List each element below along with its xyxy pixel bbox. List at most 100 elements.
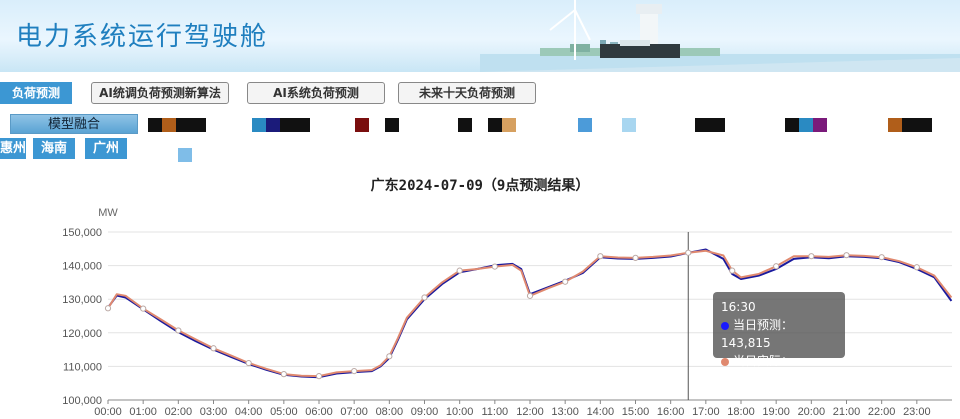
x-tick-label: 16:00: [657, 406, 685, 418]
redacted-block: [695, 118, 725, 132]
actual-data-point: [386, 353, 393, 360]
y-axis-ticks: 100,000110,000120,000130,000140,000150,0…: [62, 227, 102, 407]
y-tick-label: 130,000: [62, 294, 102, 306]
x-tick-label: 12:00: [516, 406, 544, 418]
model-fusion-button[interactable]: 模型融合: [10, 114, 138, 134]
x-tick-label: 18:00: [727, 406, 755, 418]
tab-bar: 负荷预测 AI统调负荷预测新算法 AI系统负荷预测 未来十天负荷预测: [0, 74, 960, 108]
tooltip-actual-label: 当日实际：: [733, 354, 794, 368]
redacted-block: [888, 118, 902, 132]
region-row: 惠州 海南 广州: [0, 138, 960, 164]
banner-scenery-image: [480, 0, 960, 72]
x-tick-label: 21:00: [833, 406, 861, 418]
chart-tooltip: 16:30 当日预测： 143,815 当日实际： 143,829: [713, 292, 845, 386]
banner: 电力系统运行驾驶舱: [0, 0, 960, 72]
model-row: 模型融合: [0, 112, 960, 136]
redacted-block: [266, 118, 280, 132]
x-tick-label: 22:00: [868, 406, 896, 418]
x-tick-label: 19:00: [762, 406, 790, 418]
x-tick-label: 17:00: [692, 406, 720, 418]
tooltip-time: 16:30: [721, 300, 756, 314]
x-axis-ticks: 00:00 01:00 02:00 03:00 04:00 05:00 06:00 07:00…: [94, 400, 931, 418]
x-tick-label: 03:00: [200, 406, 228, 418]
x-tick-label: 14:00: [587, 406, 615, 418]
redacted-block: [148, 118, 162, 132]
chart-title: 广东2024-07-09（9点预测结果）: [371, 177, 590, 194]
x-tick-label: 05:00: [270, 406, 298, 418]
x-tick-label: 11:00: [481, 406, 508, 418]
actual-data-point: [685, 249, 692, 256]
redacted-block: [355, 118, 369, 132]
y-tick-label: 150,000: [62, 227, 102, 239]
region-button-huizhou[interactable]: 惠州: [0, 138, 26, 159]
actual-data-point: [562, 278, 569, 285]
redacted-block: [162, 118, 176, 132]
x-tick-label: 00:00: [94, 406, 122, 418]
actual-data-point: [315, 373, 323, 380]
actual-data-point: [175, 327, 182, 334]
actual-data-point: [245, 359, 252, 367]
tab-ten-day-load-forecast[interactable]: 未来十天负荷预测: [398, 82, 536, 104]
tab-ai-system-load-forecast[interactable]: AI系统负荷预测: [247, 82, 385, 104]
actual-data-point: [526, 292, 534, 299]
y-tick-label: 110,000: [63, 361, 102, 373]
tab-load-forecast[interactable]: 负荷预测: [0, 82, 72, 104]
y-axis-unit: MW: [98, 207, 118, 219]
redacted-block: [385, 118, 399, 132]
tab-ai-unified-load-forecast-new-algorithm[interactable]: AI统调负荷预测新算法: [91, 82, 229, 104]
x-tick-label: 15:00: [622, 406, 650, 418]
x-tick-label: 23:00: [903, 406, 931, 418]
redacted-block: [622, 118, 636, 132]
x-tick-label: 02:00: [165, 406, 193, 418]
actual-data-point: [773, 263, 780, 270]
actual-data-point: [808, 253, 815, 260]
actual-data-point: [104, 305, 112, 312]
redacted-block: [502, 118, 516, 132]
actual-data-point: [913, 264, 920, 271]
actual-dot-icon: [721, 357, 729, 366]
redacted-block: [785, 118, 799, 132]
y-tick-label: 120,000: [62, 328, 102, 340]
actual-data-point: [456, 267, 463, 274]
actual-data-point: [140, 305, 147, 312]
redacted-block: [488, 118, 502, 132]
app-title: 电力系统运行驾驶舱: [16, 22, 269, 52]
actual-data-point: [632, 254, 639, 261]
actual-data-point: [597, 253, 604, 260]
redacted-block: [280, 118, 310, 132]
forecast-dot-icon: [721, 321, 729, 330]
tooltip-actual-value: 143,829: [721, 372, 771, 386]
actual-data-point: [210, 345, 217, 352]
x-tick-label: 01:00: [129, 406, 157, 418]
redacted-block: [902, 118, 932, 132]
redacted-block: [252, 118, 266, 132]
actual-data-point: [843, 252, 850, 259]
actual-data-point: [421, 294, 428, 301]
x-tick-label: 06:00: [305, 406, 333, 418]
actual-data-point: [280, 371, 287, 378]
tooltip-forecast-label: 当日预测：: [733, 318, 794, 332]
region-button-hainan[interactable]: 海南: [33, 138, 75, 159]
actual-data-point: [351, 368, 358, 375]
redacted-block: [799, 118, 813, 132]
x-tick-label: 04:00: [235, 406, 263, 418]
region-button-guangzhou[interactable]: 广州: [85, 138, 127, 159]
redacted-block: [813, 118, 827, 132]
redacted-block: [176, 118, 206, 132]
y-tick-label: 140,000: [62, 261, 102, 273]
x-tick-label: 07:00: [340, 406, 368, 418]
x-tick-label: 09:00: [411, 406, 439, 418]
actual-data-point: [729, 267, 736, 274]
x-tick-label: 13:00: [551, 406, 579, 418]
tooltip-actual-row: 当日实际： 143,829: [721, 352, 837, 388]
redacted-block: [578, 118, 592, 132]
x-tick-label: 08:00: [376, 406, 404, 418]
actual-data-point: [491, 263, 498, 270]
tooltip-forecast-value: 143,815: [721, 336, 771, 350]
actual-data-point: [878, 254, 885, 261]
x-tick-label: 10:00: [446, 406, 474, 418]
x-tick-label: 20:00: [798, 406, 826, 418]
redacted-block: [458, 118, 472, 132]
tooltip-forecast-row: 当日预测： 143,815: [721, 316, 837, 352]
redacted-block: [178, 148, 192, 162]
